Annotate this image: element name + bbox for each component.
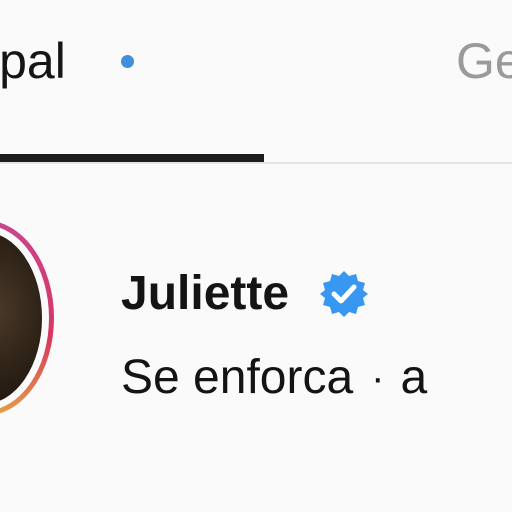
tab-general[interactable]: Ge (456, 26, 512, 96)
tab-primary[interactable]: ipal (0, 26, 66, 96)
message-preview-line: Se enforca · a (121, 346, 427, 410)
messages-screen: ipal Ge Juliette Se enforca · a (0, 0, 512, 512)
preview-separator: · (371, 356, 385, 400)
verified-badge-icon (319, 269, 369, 319)
unread-dot-icon (121, 55, 134, 68)
message-preview: Se enforca (121, 351, 354, 404)
contact-name-line: Juliette (121, 264, 369, 324)
contact-name: Juliette (121, 267, 290, 320)
conversation-row[interactable]: Juliette Se enforca · a (0, 168, 512, 512)
tab-divider (0, 162, 512, 164)
active-tab-indicator (0, 154, 264, 162)
inbox-tab-bar: ipal Ge (0, 0, 512, 164)
profile-photo (0, 232, 42, 404)
message-time: a (400, 351, 428, 404)
avatar[interactable] (0, 220, 54, 416)
